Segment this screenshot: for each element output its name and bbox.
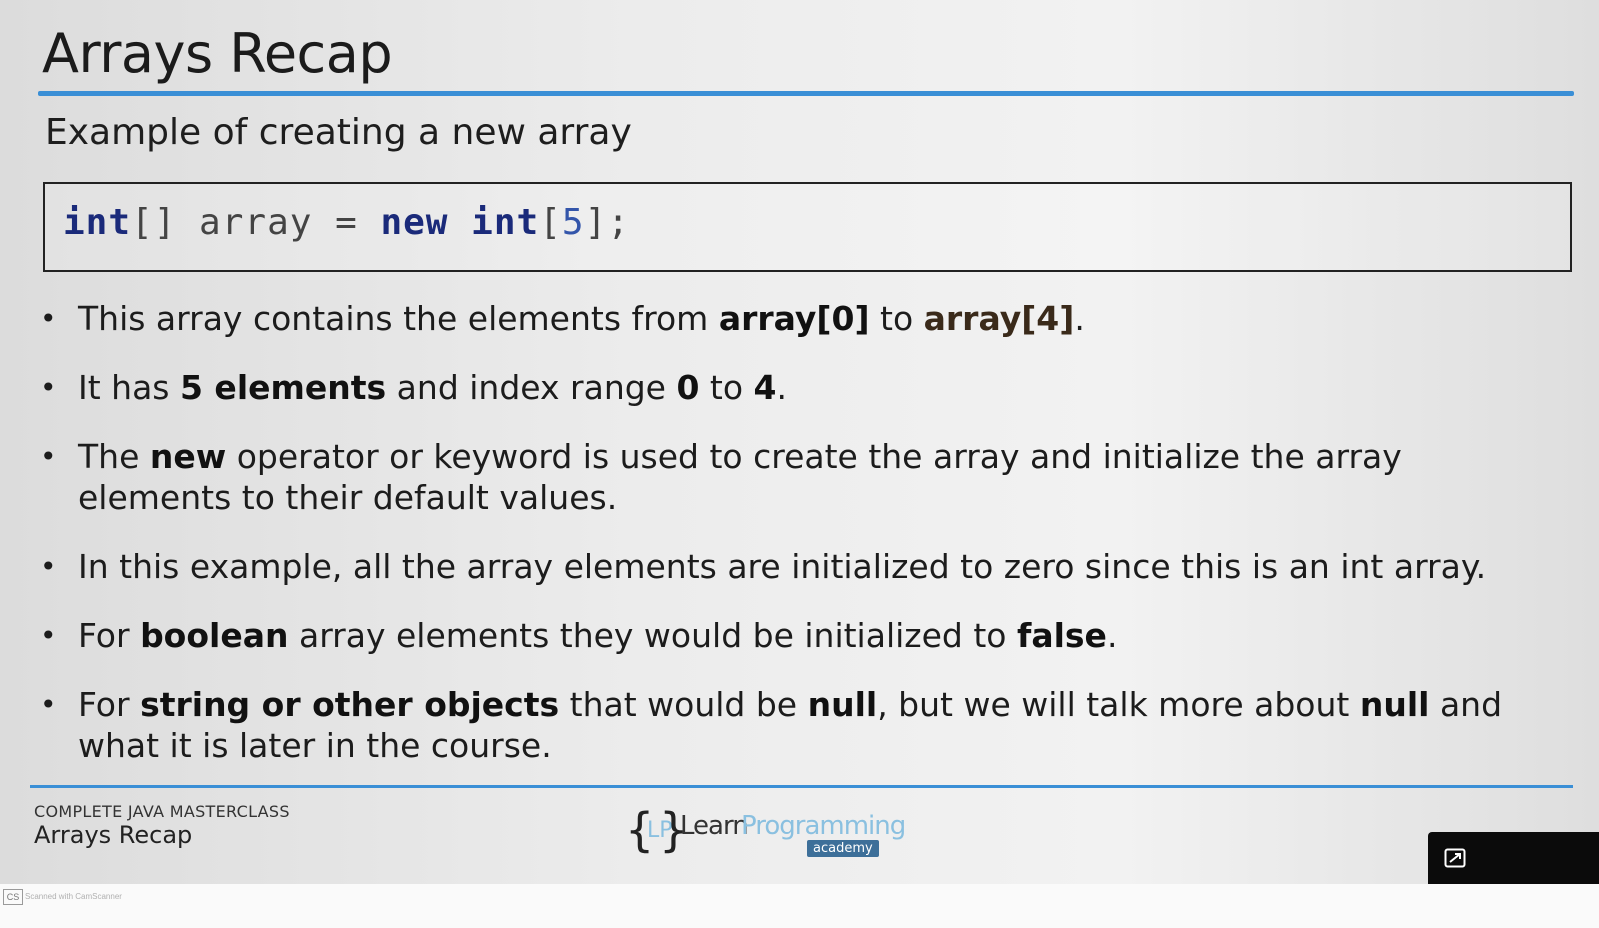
bullet-bold: 0 (676, 368, 700, 407)
footer-course-name: COMPLETE JAVA MASTERCLASS (34, 802, 290, 821)
scanner-watermark: Scanned with CamScanner (25, 892, 122, 901)
list-item: This array contains the elements from ar… (40, 298, 1540, 339)
expand-icon (1444, 848, 1466, 868)
footer-divider (30, 785, 1573, 788)
bullet-bold: boolean (140, 616, 289, 655)
bullet-text: For (78, 685, 141, 724)
bullet-text: array elements they would be initialized… (288, 616, 1017, 655)
bullet-list: This array contains the elements from ar… (40, 298, 1540, 794)
bullet-bold: false (1016, 616, 1107, 655)
bullet-text: For (78, 616, 141, 655)
footer-topic: Arrays Recap (34, 821, 193, 849)
code-number: 5 (561, 202, 585, 243)
code-keyword-int-2: int (471, 202, 540, 243)
bullet-bold: 5 elements (179, 368, 387, 407)
code-bracket-close: ]; (584, 202, 630, 243)
bullet-bold: array[0] (718, 299, 870, 338)
bullet-text: and index range (386, 368, 677, 407)
slide: Arrays Recap Example of creating a new a… (0, 0, 1599, 900)
bullet-text: to (869, 299, 924, 338)
bullet-text: . (1106, 616, 1118, 655)
bullet-text: In this example, all the array elements … (78, 547, 1487, 586)
scanner-badge: CS (3, 889, 23, 905)
logo-programming: Programming (741, 811, 906, 841)
code-line: int[] array = new int[5]; (63, 202, 630, 243)
list-item: For boolean array elements they would be… (40, 615, 1540, 656)
scanner-bar: CS Scanned with CamScanner (0, 884, 1599, 928)
logo-learn: Learn (680, 811, 749, 841)
bullet-text: This array contains the elements from (78, 299, 719, 338)
bullet-text: operator or keyword is used to create th… (78, 437, 1402, 517)
bullet-text: that would be (559, 685, 808, 724)
list-item: It has 5 elements and index range 0 to 4… (40, 367, 1540, 408)
bullet-bold: 4 (753, 368, 777, 407)
bullet-bold: array[4] (923, 299, 1075, 338)
bullet-text: It has (78, 368, 180, 407)
bullet-bold: null (1359, 685, 1430, 724)
bullet-text: , but we will talk more about (877, 685, 1360, 724)
expand-button[interactable] (1428, 832, 1599, 884)
code-keyword-new: new (380, 202, 449, 243)
list-item: For string or other objects that would b… (40, 684, 1540, 766)
code-block: int[] array = new int[5]; (43, 182, 1572, 272)
title-divider (38, 91, 1574, 96)
bullet-bold: null (807, 685, 878, 724)
bullet-bold: new (149, 437, 227, 476)
bullet-text: . (776, 368, 788, 407)
list-item: The new operator or keyword is used to c… (40, 436, 1540, 518)
bullet-text: . (1074, 299, 1085, 338)
code-keyword-int: int (63, 202, 132, 243)
bullet-text: The (78, 437, 150, 476)
slide-title: Arrays Recap (42, 22, 393, 85)
code-bracket-open: [ (539, 202, 562, 243)
brand-logo: { LP } Learn Programming academy (625, 803, 906, 863)
logo-academy: academy (807, 840, 879, 857)
bullet-text: to (699, 368, 754, 407)
list-item: In this example, all the array elements … (40, 546, 1540, 587)
bullet-bold: string or other objects (140, 685, 560, 724)
slide-subtitle: Example of creating a new array (45, 112, 632, 153)
code-text: [] array = (131, 202, 381, 243)
